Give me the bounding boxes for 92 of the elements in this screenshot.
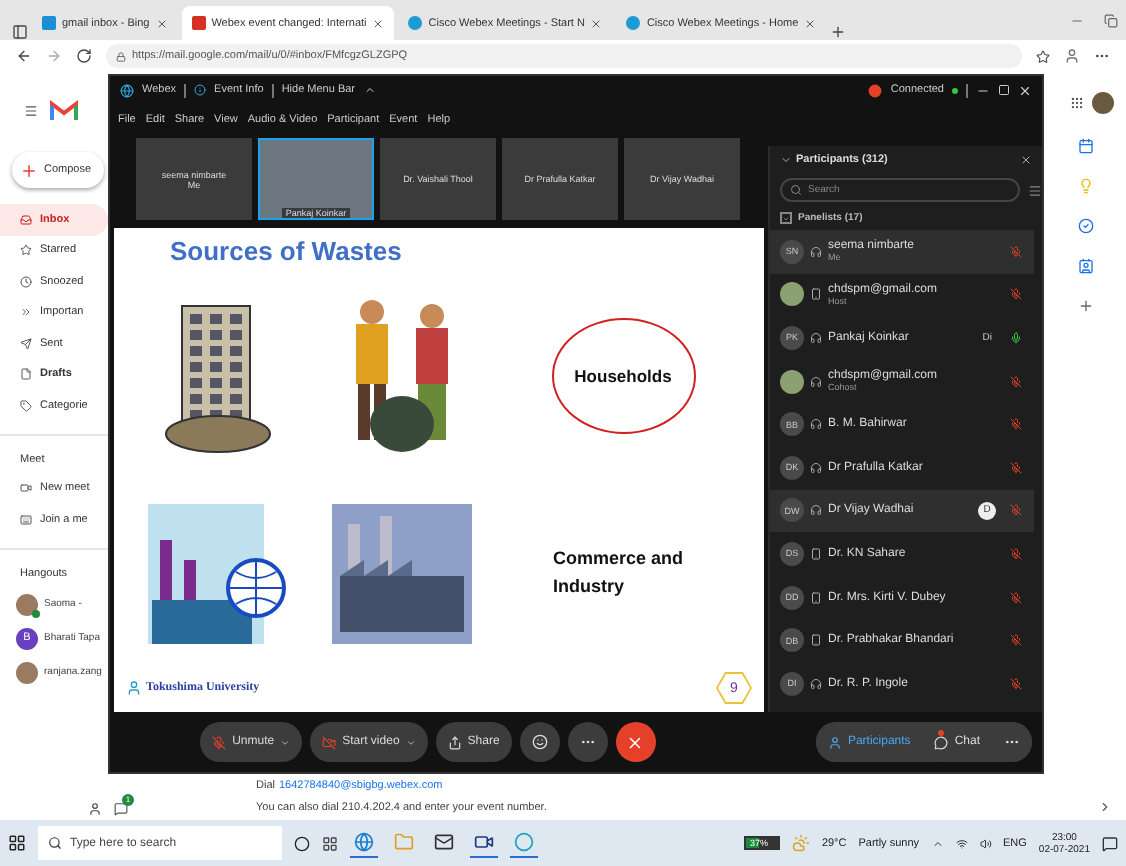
caret-icon [405,737,416,747]
close-icon[interactable] [590,17,603,29]
avatar-placeholder[interactable] [1091,92,1113,114]
gmail-logo-icon [50,99,78,121]
browser-icon [354,832,374,852]
video-camera-icon [474,832,494,852]
close-icon[interactable] [155,17,168,29]
phone-icon [810,591,822,604]
caret-icon [280,737,291,747]
chevron-up-icon [363,84,375,96]
headset-icon [810,375,822,388]
headset-icon [810,677,822,690]
video-camera-icon [20,482,32,495]
send-icon [20,337,32,350]
headset-icon [810,331,822,344]
windows-start-icon[interactable] [8,834,26,852]
person-icon [827,735,842,749]
slide-label: Households [551,317,695,433]
expand-toggle[interactable] [780,212,792,224]
phone-icon [810,547,822,560]
profile-icon[interactable] [1064,48,1080,64]
person-icon[interactable] [88,801,102,816]
double-chevron-icon [20,306,32,319]
chevron-right-icon[interactable] [1098,799,1112,814]
muted-microphone-icon [212,735,227,749]
video-off-icon [322,735,337,749]
round-logo-icon [626,16,641,30]
restore-icon[interactable] [1104,13,1118,27]
chevron-up-icon[interactable] [931,837,943,849]
star-icon[interactable] [1036,49,1050,63]
headset-icon [810,504,822,517]
mail-logo-icon [191,16,206,30]
contacts-icon[interactable] [1077,258,1093,274]
info-icon [194,84,207,96]
clock-icon [20,275,32,288]
keyboard-icon [20,513,32,526]
reload-icon[interactable] [76,48,92,64]
mail-icon [434,832,454,852]
check-icon[interactable] [1077,218,1093,234]
back-icon[interactable] [16,48,32,64]
chat-icon [114,801,128,816]
search-icon [790,184,802,196]
task-view-icon[interactable] [322,835,338,851]
volume-icon[interactable] [979,837,991,849]
notifications-icon[interactable] [1102,835,1118,851]
inbox-icon [20,213,32,226]
close-icon [626,733,645,751]
leave-button[interactable] [615,722,656,762]
smile-icon [531,734,548,750]
calendar-icon[interactable] [1077,138,1093,154]
phone-icon [810,634,822,647]
cortana-icon[interactable] [294,835,310,851]
maximize-icon[interactable] [998,84,1010,96]
chevron-down-icon[interactable] [780,154,792,166]
folder-icon [394,832,414,852]
avatar-placeholder [16,661,38,683]
slide-label: Commerce and Industry [551,546,686,600]
webex-logo-icon [120,83,134,97]
search-icon [48,836,62,850]
slide-title: Sources of Wastes [168,236,404,270]
close-icon[interactable] [1020,154,1032,166]
plus-icon[interactable] [1077,298,1093,314]
wifi-icon[interactable] [955,837,967,849]
tab-actions-icon[interactable] [12,24,28,40]
apps-icon[interactable] [1069,96,1083,110]
status-dot [952,87,958,93]
sort-icon[interactable] [1028,183,1042,197]
recording-icon [868,83,883,97]
avatar-placeholder [780,369,804,394]
share-icon [447,735,462,749]
close-icon[interactable] [372,17,385,29]
close-icon[interactable] [804,17,817,29]
reactions-button[interactable] [519,722,560,762]
headset-icon [810,461,822,474]
phone-icon [810,288,822,301]
lock-icon [116,51,126,61]
star-icon [20,244,32,257]
university-logo-icon [126,680,142,696]
new-tab-icon[interactable] [830,24,847,40]
square-logo-icon [42,16,56,30]
headset-icon [810,245,822,258]
round-logo-icon [408,16,423,30]
menu-icon[interactable] [24,103,38,117]
weather-icon [791,834,810,852]
file-icon [20,368,32,381]
circle-icon [514,832,534,852]
chat-icon [934,735,949,749]
headset-icon [810,418,822,431]
plus-icon [20,161,38,179]
avatar-placeholder [780,282,804,307]
factory-drawing [332,503,472,643]
label-icon [20,399,32,412]
